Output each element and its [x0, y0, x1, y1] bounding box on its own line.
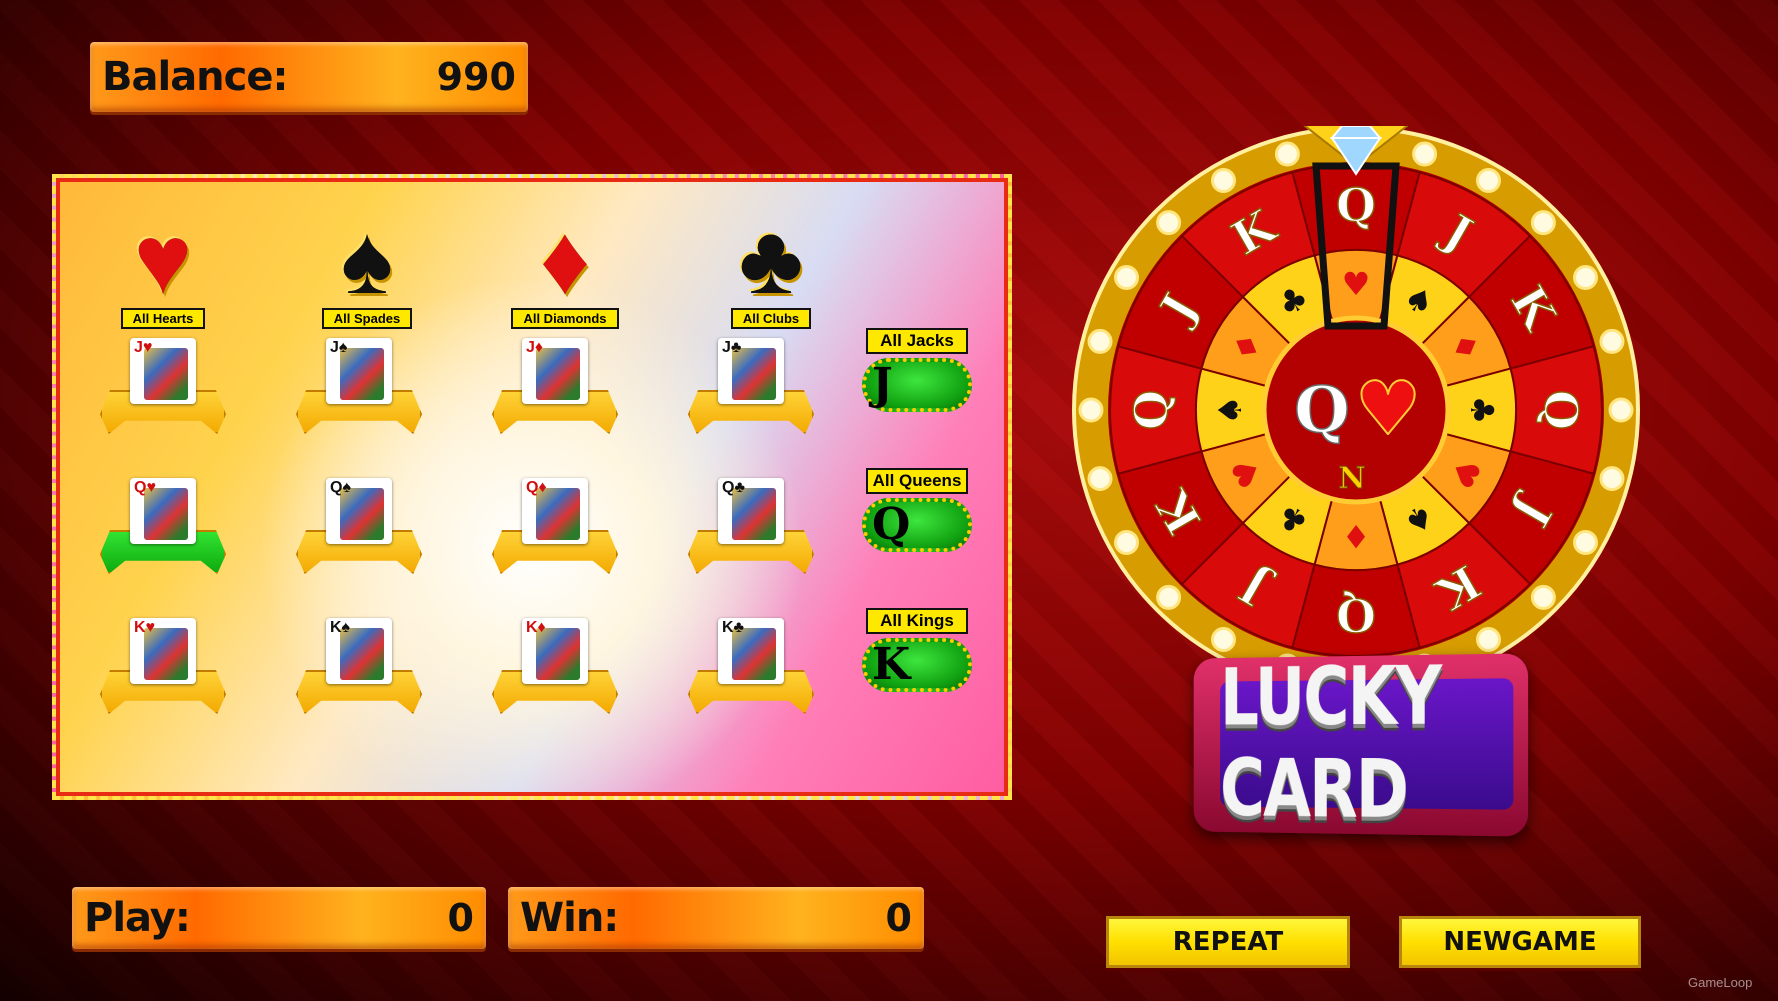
wheel-rank-label: Q	[1336, 178, 1376, 232]
rank-bet-label: All Kings	[866, 608, 968, 634]
card-rank-label: Q♠	[330, 479, 351, 496]
win-display: Win: 0	[508, 887, 924, 949]
wheel-bulb	[1599, 466, 1625, 492]
wheel-bulb	[1608, 397, 1634, 423]
balance-display: Balance: 990	[90, 42, 528, 112]
win-label: Win:	[520, 895, 619, 941]
suit-bet-label: All Clubs	[730, 308, 812, 329]
wheel-suit-icon: ♠	[1211, 396, 1249, 425]
suit-bet-4[interactable]: ♣ All Clubs	[716, 210, 826, 329]
card-rank-label: K♣	[722, 619, 745, 636]
rank-bet-chip[interactable]: Q	[862, 498, 972, 552]
betting-board: ♥ All Hearts ♠ All Spades ♦ All Diamonds ♣ All …	[52, 174, 1012, 800]
suit-bet-1[interactable]: ♥ All Hearts	[108, 210, 218, 329]
suit-bet-label: All Hearts	[120, 308, 206, 329]
logo-text: LUCKY CARD	[1220, 650, 1441, 838]
suit-icon: ♣	[738, 204, 804, 314]
playing-card[interactable]: J♥	[130, 338, 196, 404]
suit-bet-label: All Spades	[321, 308, 413, 329]
wheel-center-mark: N	[1338, 461, 1365, 496]
rank-bet-chip[interactable]: K	[862, 638, 972, 692]
wheel-bulb	[1156, 210, 1182, 236]
newgame-button[interactable]: NEWGAME	[1399, 916, 1641, 968]
playing-card[interactable]: Q♦	[522, 478, 588, 544]
wheel-bulb	[1114, 265, 1140, 290]
repeat-button[interactable]: REPEAT	[1106, 916, 1350, 968]
balance-label: Balance:	[102, 54, 288, 100]
wheel-center-suit: ♥	[1355, 366, 1421, 452]
card-rank-label: J♥	[134, 339, 153, 356]
suit-bet-2[interactable]: ♠ All Spades	[312, 210, 422, 329]
wheel-bulb	[1087, 328, 1113, 354]
card-rank-label: Q♦	[526, 479, 547, 496]
suit-icon: ♥	[133, 204, 193, 314]
wheel-bulb	[1412, 141, 1438, 167]
play-value: 0	[447, 896, 474, 940]
wheel-bulb	[1476, 168, 1501, 194]
playing-card[interactable]: K♥	[130, 618, 196, 684]
wheel-bulb	[1156, 584, 1182, 610]
wheel-bulb	[1274, 141, 1300, 167]
card-rank-label: Q♥	[134, 479, 156, 496]
wheel-bulb	[1087, 466, 1113, 492]
playing-card[interactable]: K♦	[522, 618, 588, 684]
wheel-bulb	[1078, 397, 1104, 423]
rank-bet-chip[interactable]: J	[862, 358, 972, 412]
wheel-bulb	[1530, 210, 1556, 236]
card-rank-label: J♦	[526, 339, 544, 356]
play-label: Play:	[84, 895, 191, 941]
wheel-suit-icon: ♥	[1342, 265, 1371, 303]
playing-card[interactable]: Q♥	[130, 478, 196, 544]
wheel-suit-icon: ♦	[1342, 517, 1371, 555]
playing-card[interactable]: K♣	[718, 618, 784, 684]
playing-card[interactable]: J♦	[522, 338, 588, 404]
wheel-bulb	[1476, 626, 1501, 652]
lucky-card-logo: LUCKY CARD	[1193, 650, 1529, 837]
card-rank-label: Q♣	[722, 479, 745, 496]
suit-icon: ♦	[539, 204, 590, 314]
suit-bet-label: All Diamonds	[511, 308, 619, 329]
prize-wheel: Q♥J♠ K♦Q♣J♥K♠Q♦J♣K♥Q ♠J♦K♣Q ♥N	[1072, 126, 1640, 694]
wheel-bulb	[1114, 530, 1140, 555]
suit-bet-3[interactable]: ♦ All Diamonds	[510, 210, 620, 329]
wheel-bulb	[1211, 626, 1236, 652]
playing-card[interactable]: J♣	[718, 338, 784, 404]
wheel-bulb	[1530, 584, 1556, 610]
playing-card[interactable]: Q♣	[718, 478, 784, 544]
card-rank-label: J♠	[330, 339, 348, 356]
wheel-bulb	[1599, 328, 1625, 354]
balance-value: 990	[436, 55, 516, 99]
play-display: Play: 0	[72, 887, 486, 949]
wheel-bulb	[1572, 265, 1598, 290]
wheel-bulb	[1211, 168, 1236, 194]
wheel-rank-label: Q	[1336, 588, 1376, 642]
wheel-suit-icon: ♣	[1463, 396, 1501, 425]
wheel-center-rank: Q	[1294, 373, 1350, 448]
win-value: 0	[885, 896, 912, 940]
rank-bet-label: All Queens	[866, 468, 968, 494]
rank-bet-label: All Jacks	[866, 328, 968, 354]
playing-card[interactable]: Q♠	[326, 478, 392, 544]
playing-card[interactable]: J♠	[326, 338, 392, 404]
wheel-rank-label: Q	[1124, 390, 1178, 430]
card-rank-label: K♦	[526, 619, 546, 636]
card-rank-label: K♥	[134, 619, 156, 636]
card-rank-label: K♠	[330, 619, 351, 636]
wheel-rank-label: Q	[1534, 390, 1588, 430]
card-rank-label: J♣	[722, 339, 742, 356]
playing-card[interactable]: K♠	[326, 618, 392, 684]
wheel-bulb	[1572, 530, 1598, 555]
watermark-text: GameLoop	[1688, 975, 1753, 990]
suit-icon: ♠	[340, 204, 394, 314]
